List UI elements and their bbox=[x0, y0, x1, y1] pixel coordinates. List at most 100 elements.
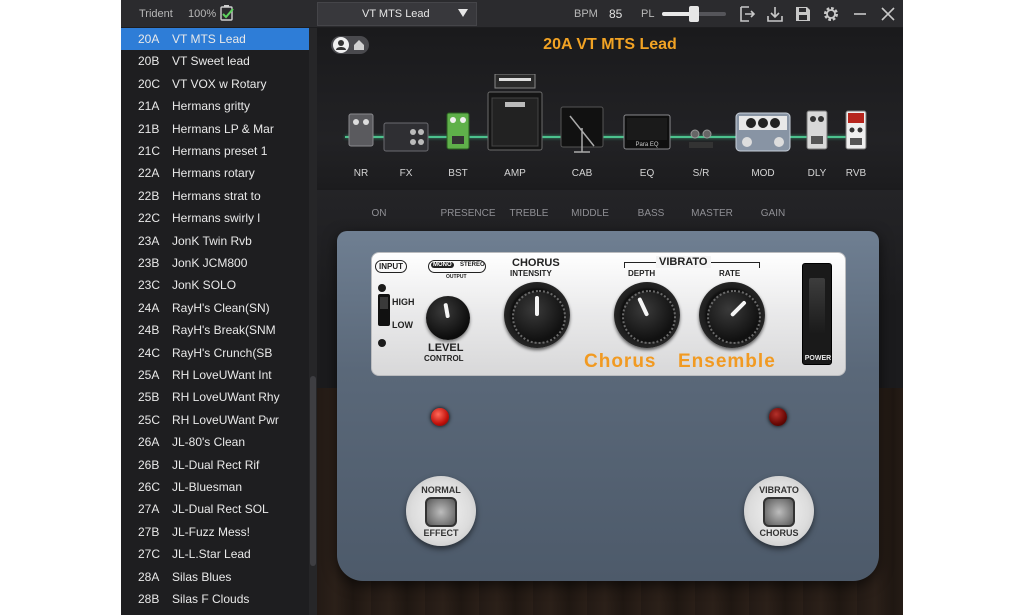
preset-row[interactable]: 24B RayH's Break(SNM bbox=[121, 319, 309, 341]
chain-label-amp: AMP bbox=[504, 168, 526, 179]
save-icon[interactable] bbox=[794, 5, 812, 23]
dly-module[interactable] bbox=[806, 110, 828, 150]
preset-row[interactable]: 20C VT VOX w Rotary bbox=[121, 73, 309, 95]
amp-knob-middle[interactable]: MIDDLE bbox=[571, 208, 609, 219]
output-label: OUTPUT bbox=[446, 274, 467, 280]
preset-row[interactable]: 21C Hermans preset 1 bbox=[121, 140, 309, 162]
level-label: LEVEL bbox=[428, 342, 464, 354]
sr-module[interactable] bbox=[687, 124, 715, 150]
signal-chain: 20A VT MTS Lead Para EQ NR FX BST AMP CA… bbox=[317, 28, 903, 188]
preset-number: 27B bbox=[138, 524, 160, 539]
scrollbar-thumb[interactable] bbox=[310, 376, 316, 566]
pl-label: PL bbox=[641, 8, 655, 20]
preset-number: 26A bbox=[138, 435, 160, 450]
intensity-knob[interactable] bbox=[504, 282, 570, 348]
pl-slider-thumb[interactable] bbox=[689, 6, 699, 22]
preset-row[interactable]: 23A JonK Twin Rvb bbox=[121, 230, 309, 252]
preset-number: 25A bbox=[138, 368, 160, 382]
preset-row[interactable]: 27A JL-Dual Rect SOL bbox=[121, 498, 309, 520]
download-icon[interactable] bbox=[766, 5, 784, 23]
pl-slider[interactable] bbox=[662, 6, 726, 22]
bpm-value[interactable]: 85 bbox=[609, 7, 622, 21]
mod-module[interactable] bbox=[735, 112, 791, 152]
footswitch-button[interactable] bbox=[425, 497, 457, 527]
preset-row[interactable]: 22A Hermans rotary bbox=[121, 162, 309, 184]
nr-module[interactable] bbox=[348, 112, 374, 148]
vibrato-chorus-footswitch[interactable]: VIBRATO CHORUS bbox=[744, 476, 814, 546]
normal-effect-footswitch[interactable]: NORMAL EFFECT bbox=[406, 476, 476, 546]
chain-label-nr: NR bbox=[353, 168, 369, 179]
preset-row[interactable]: 23B JonK JCM800 bbox=[121, 252, 309, 274]
preset-row[interactable]: 25B RH LoveUWant Rhy bbox=[121, 386, 309, 408]
preset-number: 20B bbox=[138, 54, 160, 69]
preset-list: 20A VT MTS Lead 20B VT Sweet lead 20C VT VOX … bbox=[121, 28, 309, 615]
preset-dropdown[interactable]: VT MTS Lead bbox=[317, 2, 477, 26]
footswitch-button[interactable] bbox=[763, 497, 795, 527]
chain-label-cab: CAB bbox=[571, 168, 593, 179]
eq-module[interactable]: Para EQ bbox=[623, 114, 671, 150]
amp-knob-gain[interactable]: GAIN bbox=[761, 208, 785, 219]
cab-module[interactable] bbox=[560, 106, 604, 154]
preset-row[interactable]: 27B JL-Fuzz Mess! bbox=[121, 521, 309, 543]
preset-row[interactable]: 24C RayH's Crunch(SB bbox=[121, 342, 309, 364]
preset-row[interactable]: 22C Hermans swirly l bbox=[121, 207, 309, 229]
preset-name: JL-80's Clean bbox=[172, 435, 245, 450]
depth-knob[interactable] bbox=[614, 282, 680, 348]
fx-module[interactable] bbox=[383, 122, 429, 152]
preset-name: Hermans preset 1 bbox=[172, 144, 268, 158]
preset-row[interactable]: 21A Hermans gritty bbox=[121, 95, 309, 117]
preset-name: JL-Fuzz Mess! bbox=[172, 524, 251, 539]
eq-module-text: Para EQ bbox=[635, 142, 658, 148]
preset-number: 28A bbox=[138, 569, 160, 584]
preset-row[interactable]: 23C JonK SOLO bbox=[121, 274, 309, 296]
amp-knob-bass[interactable]: BASS bbox=[638, 208, 665, 219]
preset-row[interactable]: 28B Silas F Clouds bbox=[121, 588, 309, 610]
preset-row[interactable]: 28A Silas Blues bbox=[121, 566, 309, 588]
gear-icon[interactable] bbox=[822, 5, 840, 23]
chain-label-eq: EQ bbox=[639, 168, 655, 179]
preset-row[interactable]: 20B VT Sweet lead bbox=[121, 50, 309, 72]
close-icon[interactable] bbox=[879, 5, 897, 23]
preset-number: 22A bbox=[138, 166, 160, 181]
rate-label: RATE bbox=[719, 269, 741, 278]
preset-dropdown-value: VT MTS Lead bbox=[362, 8, 430, 20]
minimize-icon[interactable] bbox=[851, 5, 869, 23]
preset-row[interactable]: 25A RH LoveUWant Int bbox=[121, 364, 309, 386]
preset-row[interactable]: 26A JL-80's Clean bbox=[121, 431, 309, 453]
chain-label-rvb: RVB bbox=[845, 168, 867, 179]
amp-knob-on[interactable]: ON bbox=[372, 208, 387, 219]
rvb-module[interactable] bbox=[845, 110, 867, 150]
output-selector[interactable]: MONO STEREO bbox=[428, 260, 486, 273]
preset-name: RayH's Crunch(SB bbox=[172, 345, 273, 360]
bpm-label: BPM bbox=[574, 8, 598, 20]
preset-row[interactable]: 27C JL-L.Star Lead bbox=[121, 543, 309, 565]
pedal-name-ensemble: Ensemble bbox=[678, 351, 776, 372]
level-knob-pointer bbox=[443, 302, 450, 319]
preset-list-scrollbar[interactable] bbox=[309, 28, 317, 615]
amp-module[interactable] bbox=[487, 74, 543, 154]
preset-number: 24C bbox=[138, 345, 161, 360]
high-low-switch[interactable] bbox=[378, 294, 390, 326]
device-name: Trident bbox=[139, 8, 173, 20]
pedal-name-chorus: Chorus bbox=[584, 351, 657, 372]
preset-number: 27C bbox=[138, 547, 161, 562]
export-icon[interactable] bbox=[738, 5, 756, 23]
preset-name: RayH's Break(SNM bbox=[172, 323, 276, 338]
rate-knob[interactable] bbox=[699, 282, 765, 348]
preset-row[interactable]: 26B JL-Dual Rect Rif bbox=[121, 454, 309, 476]
preset-row[interactable]: 22B Hermans strat to bbox=[121, 185, 309, 207]
preset-row[interactable]: 25C RH LoveUWant Pwr bbox=[121, 409, 309, 431]
preset-row-selected[interactable]: 20A VT MTS Lead bbox=[121, 28, 309, 50]
amp-knob-presence[interactable]: PRESENCE bbox=[440, 208, 495, 219]
bst-module[interactable] bbox=[446, 112, 470, 150]
preset-row[interactable]: 26C JL-Bluesman bbox=[121, 476, 309, 498]
screw bbox=[378, 284, 386, 292]
preset-number: 20A bbox=[138, 32, 160, 46]
amp-knob-treble[interactable]: TREBLE bbox=[510, 208, 549, 219]
amp-knob-master[interactable]: MASTER bbox=[691, 208, 733, 219]
preset-row[interactable]: 21B Hermans LP & Mar bbox=[121, 118, 309, 140]
preset-name: JonK JCM800 bbox=[172, 256, 248, 270]
preset-row[interactable]: 24A RayH's Clean(SN) bbox=[121, 297, 309, 319]
level-knob[interactable] bbox=[426, 296, 470, 340]
power-switch[interactable]: POWER bbox=[802, 263, 832, 365]
